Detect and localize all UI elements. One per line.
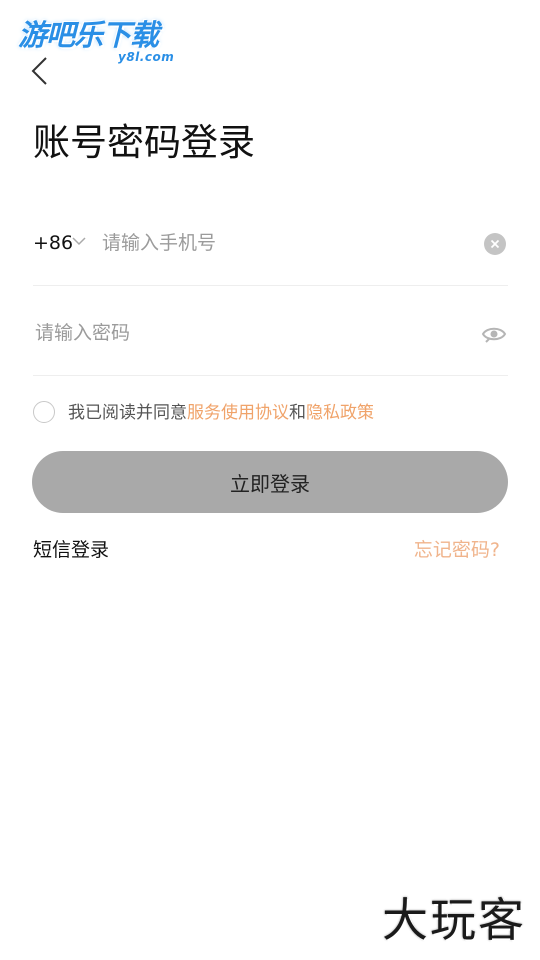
phone-row: +86: [33, 201, 508, 286]
agreement-prefix: 我已阅读并同意: [68, 403, 187, 423]
password-toggle-button[interactable]: [481, 324, 507, 344]
sms-login-link[interactable]: 短信登录: [33, 537, 109, 563]
clear-button[interactable]: [484, 233, 506, 255]
service-agreement-link[interactable]: 服务使用协议: [187, 403, 289, 423]
forgot-password-link[interactable]: 忘记密码?: [414, 537, 500, 563]
phone-input[interactable]: [102, 229, 462, 257]
login-button[interactable]: 立即登录: [32, 451, 508, 513]
eye-icon: [481, 327, 507, 343]
back-button[interactable]: [28, 56, 54, 86]
watermark-bottom: 大玩客: [382, 893, 526, 947]
watermark-sub-text: y8l.com: [118, 50, 175, 64]
watermark-main-text: 游吧乐下载: [18, 18, 159, 52]
close-icon: [490, 239, 500, 249]
chevron-left-icon: [31, 57, 47, 85]
password-row: [33, 291, 508, 376]
agreement-conjunction: 和: [289, 403, 306, 423]
password-input[interactable]: [35, 319, 455, 347]
page-title: 账号密码登录: [33, 121, 255, 164]
agreement-checkbox[interactable]: [33, 401, 55, 423]
chevron-down-icon[interactable]: [71, 235, 87, 247]
agreement-text: 我已阅读并同意服务使用协议和隐私政策: [68, 400, 374, 426]
agreement-row: 我已阅读并同意服务使用协议和隐私政策: [33, 400, 503, 426]
privacy-policy-link[interactable]: 隐私政策: [306, 403, 374, 423]
country-code-selector[interactable]: +86: [33, 231, 73, 255]
